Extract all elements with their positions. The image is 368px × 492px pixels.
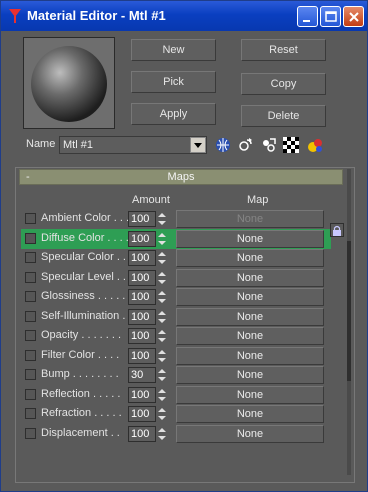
amount-spinner-icon[interactable] — [157, 367, 167, 383]
map-slot-button[interactable]: None — [176, 366, 324, 384]
map-row-self-illumination[interactable]: Self-Illumination . 100 None — [21, 307, 331, 327]
name-label: Name — [26, 138, 56, 150]
background-checker-icon[interactable] — [282, 136, 300, 154]
map-row-displacement[interactable]: Displacement . . 100 None — [21, 424, 331, 444]
map-slot-button[interactable]: None — [176, 327, 324, 345]
chevron-down-icon — [194, 143, 202, 148]
amount-spinner-icon[interactable] — [157, 348, 167, 364]
map-row-ambient-color[interactable]: Ambient Color . . . 100 None — [21, 209, 331, 229]
map-slot-button[interactable]: None — [176, 288, 324, 306]
map-slot-button[interactable]: None — [176, 229, 324, 248]
maximize-icon — [325, 11, 337, 22]
amount-input[interactable]: 100 — [128, 328, 156, 344]
scroll-thumb[interactable] — [347, 241, 351, 381]
map-enable-checkbox[interactable] — [25, 310, 36, 322]
map-row-refraction[interactable]: Refraction . . . . . 100 None — [21, 404, 331, 424]
amount-input[interactable]: 100 — [128, 211, 156, 227]
amount-input[interactable]: 100 — [128, 406, 156, 422]
pick-button[interactable]: Pick — [131, 71, 216, 93]
map-slot-button[interactable]: None — [176, 249, 324, 267]
amount-input[interactable]: 100 — [128, 347, 156, 364]
material-name-field[interactable]: Mtl #1 — [59, 136, 207, 154]
copy-button[interactable]: Copy — [241, 73, 326, 95]
amount-spinner-icon[interactable] — [157, 231, 167, 247]
amount-spinner-icon[interactable] — [157, 309, 167, 325]
map-slot-button[interactable]: None — [176, 424, 324, 443]
reset-button[interactable]: Reset — [241, 39, 326, 61]
amount-spinner-icon[interactable] — [157, 406, 167, 422]
map-slot-button[interactable]: None — [176, 210, 324, 228]
delete-button[interactable]: Delete — [241, 105, 326, 127]
amount-input[interactable]: 100 — [128, 250, 156, 266]
amount-spinner-icon[interactable] — [157, 270, 167, 286]
apply-button[interactable]: Apply — [131, 103, 216, 125]
amount-spinner-icon[interactable] — [157, 426, 167, 442]
material-editor-window: Material Editor - Mtl #1 New Reset Pick … — [0, 0, 368, 492]
map-column-header: Map — [247, 194, 269, 206]
map-slot-button[interactable]: None — [176, 385, 324, 404]
globe-material-icon[interactable] — [214, 136, 232, 154]
map-row-glossiness[interactable]: Glossiness . . . . . 100 None — [21, 287, 331, 307]
amount-input[interactable]: 100 — [128, 289, 156, 305]
app-icon — [9, 9, 21, 23]
window-title: Material Editor - Mtl #1 — [27, 8, 166, 23]
amount-input[interactable]: 100 — [128, 386, 156, 403]
map-enable-checkbox[interactable] — [25, 427, 36, 439]
map-row-bump[interactable]: Bump . . . . . . . . 30 None — [21, 365, 331, 385]
map-row-specular-color[interactable]: Specular Color . . 100 None — [21, 248, 331, 268]
material-type-icon[interactable] — [306, 136, 324, 154]
amount-input[interactable]: 100 — [128, 425, 156, 442]
title-bar[interactable]: Material Editor - Mtl #1 — [1, 1, 367, 31]
map-enable-checkbox[interactable] — [25, 232, 36, 244]
map-enable-checkbox[interactable] — [25, 213, 36, 224]
map-row-opacity[interactable]: Opacity . . . . . . . 100 None — [21, 326, 331, 346]
amount-spinner-icon[interactable] — [157, 328, 167, 344]
close-button[interactable] — [343, 6, 364, 27]
map-row-reflection[interactable]: Reflection . . . . . 100 None — [21, 385, 331, 405]
map-enable-checkbox[interactable] — [25, 349, 36, 361]
map-enable-checkbox[interactable] — [25, 271, 36, 283]
map-enable-checkbox[interactable] — [25, 388, 36, 400]
map-row-specular-level[interactable]: Specular Level . . 100 None — [21, 268, 331, 288]
amount-spinner-icon[interactable] — [157, 289, 167, 305]
map-row-diffuse-color[interactable]: Diffuse Color . . . . 100 None — [21, 228, 331, 249]
rollout-title: Maps — [167, 171, 195, 183]
map-enable-checkbox[interactable] — [25, 408, 36, 419]
map-enable-checkbox[interactable] — [25, 330, 36, 341]
amount-spinner-icon[interactable] — [157, 250, 167, 266]
maps-rollout-header[interactable]: - Maps — [19, 169, 343, 185]
amount-input[interactable]: 100 — [128, 308, 156, 325]
lock-icon[interactable] — [330, 223, 344, 237]
map-enable-checkbox[interactable] — [25, 291, 36, 302]
maximize-button[interactable] — [320, 6, 341, 27]
map-slot-button[interactable]: None — [176, 268, 324, 287]
new-button[interactable]: New — [131, 39, 216, 61]
minimize-icon — [303, 20, 310, 22]
map-slot-button[interactable]: None — [176, 307, 324, 326]
map-slot-button[interactable]: None — [176, 405, 324, 423]
map-slot-button[interactable]: None — [176, 346, 324, 365]
padlock-icon — [333, 225, 341, 236]
make-unique-icon[interactable] — [260, 136, 278, 154]
amount-column-header: Amount — [132, 194, 170, 206]
sample-sphere-icon — [24, 38, 114, 128]
close-icon — [349, 12, 359, 22]
copy-material-icon[interactable] — [237, 136, 255, 154]
material-preview-slot[interactable] — [23, 37, 115, 129]
name-dropdown-button[interactable] — [190, 137, 206, 153]
amount-input[interactable]: 100 — [128, 269, 156, 286]
map-row-filter-color[interactable]: Filter Color . . . . 100 None — [21, 346, 331, 366]
map-enable-checkbox[interactable] — [25, 369, 36, 380]
minimize-button[interactable] — [297, 6, 318, 27]
amount-spinner-icon[interactable] — [157, 211, 167, 227]
amount-input[interactable]: 100 — [128, 230, 156, 247]
map-enable-checkbox[interactable] — [25, 252, 36, 263]
amount-input[interactable]: 30 — [128, 367, 156, 383]
amount-spinner-icon[interactable] — [157, 387, 167, 403]
